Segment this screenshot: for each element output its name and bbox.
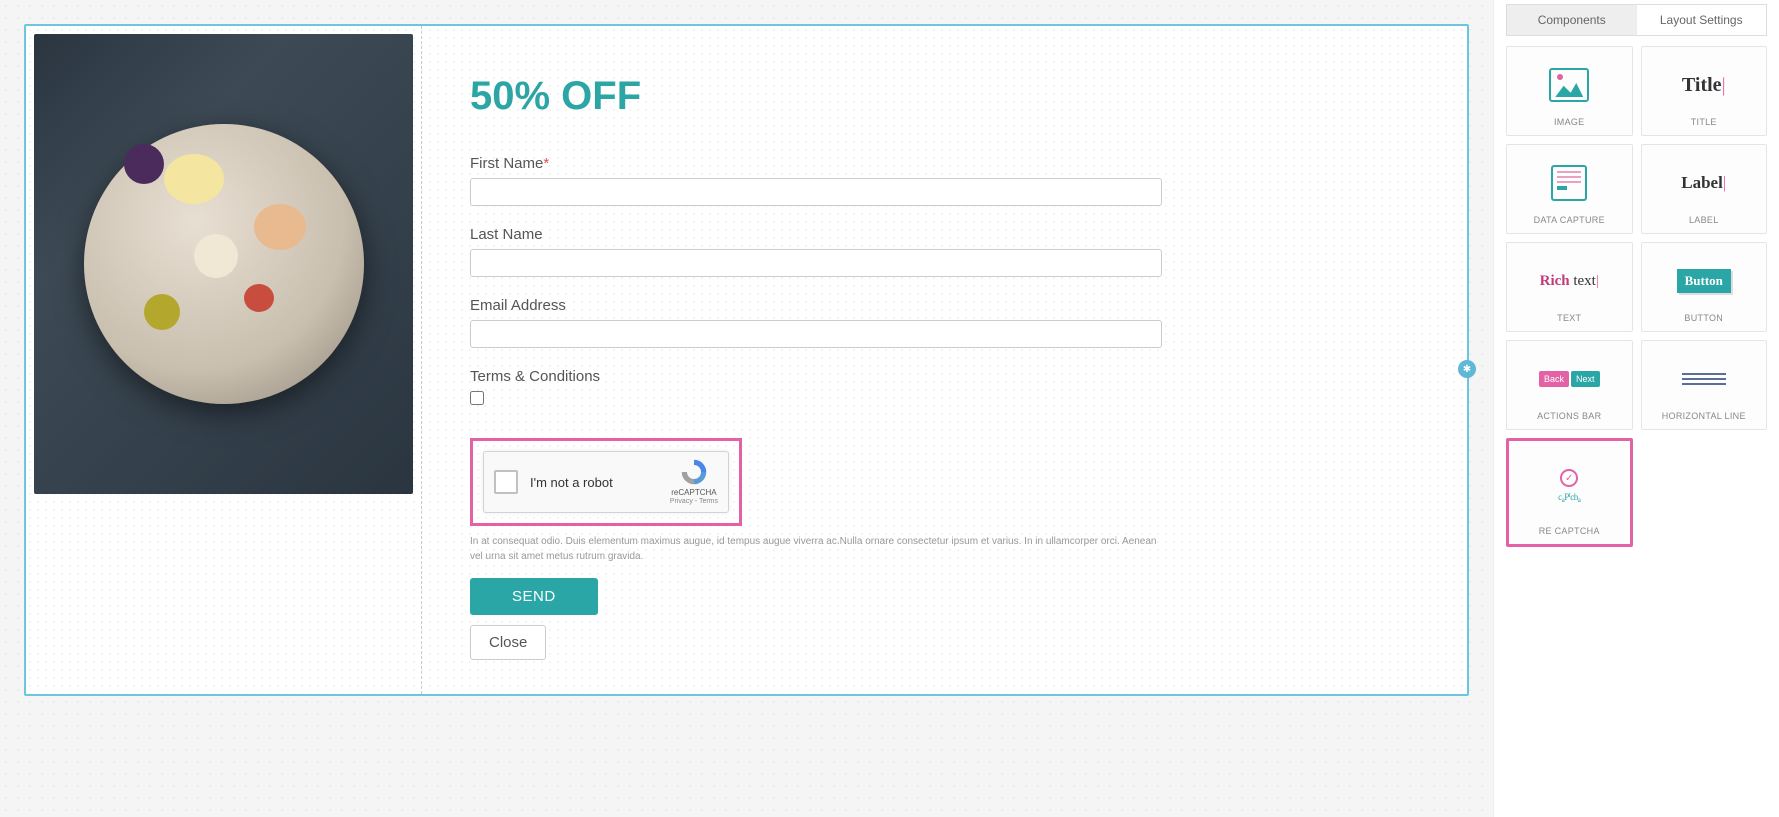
editor-canvas-area: ✱ 50% OFF First Name* Last Name Email Ad… bbox=[0, 0, 1493, 817]
disclaimer-text[interactable]: In at consequat odio. Duis elementum max… bbox=[470, 534, 1162, 564]
field-first-name: First Name* bbox=[470, 155, 1419, 206]
form-canvas[interactable]: ✱ 50% OFF First Name* Last Name Email Ad… bbox=[24, 24, 1469, 696]
field-terms: Terms & Conditions bbox=[470, 368, 1419, 410]
last-name-label: Last Name bbox=[470, 226, 1419, 243]
component-recaptcha[interactable]: ✓ caPtcha RE CAPTCHA bbox=[1506, 438, 1633, 547]
image-icon bbox=[1549, 68, 1589, 102]
component-title[interactable]: Title| TITLE bbox=[1641, 46, 1768, 136]
component-label[interactable]: Label| LABEL bbox=[1641, 144, 1768, 234]
component-button[interactable]: Button BUTTON bbox=[1641, 242, 1768, 332]
last-name-input[interactable] bbox=[470, 249, 1162, 277]
component-image[interactable]: IMAGE bbox=[1506, 46, 1633, 136]
recaptcha-component-selected[interactable]: I'm not a robot reCAPTCHA Privacy - Term… bbox=[470, 438, 742, 526]
page-title[interactable]: 50% OFF bbox=[470, 74, 1419, 119]
component-data-capture[interactable]: DATA CAPTURE bbox=[1506, 144, 1633, 234]
terms-checkbox[interactable] bbox=[470, 391, 484, 405]
sidebar: Components Layout Settings IMAGE Title| … bbox=[1493, 0, 1779, 817]
recaptcha-label: I'm not a robot bbox=[530, 475, 670, 490]
component-actions-bar[interactable]: BackNext ACTIONS BAR bbox=[1506, 340, 1633, 430]
first-name-label: First Name* bbox=[470, 155, 1419, 172]
send-button[interactable]: SEND bbox=[470, 578, 598, 615]
terms-label: Terms & Conditions bbox=[470, 368, 1419, 385]
tab-layout-settings[interactable]: Layout Settings bbox=[1637, 5, 1767, 35]
checkmark-circle-icon: ✓ bbox=[1560, 469, 1578, 487]
richtext-icon: Rich text| bbox=[1540, 273, 1599, 290]
first-name-input[interactable] bbox=[470, 178, 1162, 206]
image-column[interactable] bbox=[26, 26, 422, 694]
recaptcha-widget: I'm not a robot reCAPTCHA Privacy - Term… bbox=[483, 451, 729, 513]
recaptcha-checkbox[interactable] bbox=[494, 470, 518, 494]
button-icon: Button bbox=[1677, 269, 1731, 293]
column-settings-handle[interactable]: ✱ bbox=[1458, 360, 1476, 378]
recaptcha-component-icon: ✓ caPtcha bbox=[1558, 469, 1580, 504]
sidebar-tabs: Components Layout Settings bbox=[1506, 4, 1767, 36]
field-email: Email Address bbox=[470, 297, 1419, 348]
recaptcha-logo: reCAPTCHA Privacy - Terms bbox=[670, 458, 718, 506]
label-icon: Label| bbox=[1681, 173, 1726, 193]
title-icon: Title| bbox=[1682, 74, 1726, 97]
tab-components[interactable]: Components bbox=[1507, 5, 1637, 35]
email-label: Email Address bbox=[470, 297, 1419, 314]
email-input[interactable] bbox=[470, 320, 1162, 348]
field-last-name: Last Name bbox=[470, 226, 1419, 277]
close-button[interactable]: Close bbox=[470, 625, 546, 660]
actions-bar-icon: BackNext bbox=[1539, 371, 1600, 387]
components-grid: IMAGE Title| TITLE DATA CAPTURE Label| L… bbox=[1506, 46, 1767, 547]
horizontal-line-icon bbox=[1682, 373, 1726, 385]
recaptcha-icon bbox=[680, 458, 708, 486]
form-column: ✱ 50% OFF First Name* Last Name Email Ad… bbox=[422, 26, 1467, 694]
component-text[interactable]: Rich text| TEXT bbox=[1506, 242, 1633, 332]
hero-image[interactable] bbox=[34, 34, 413, 494]
data-capture-icon bbox=[1551, 165, 1587, 201]
component-horizontal-line[interactable]: HORIZONTAL LINE bbox=[1641, 340, 1768, 430]
